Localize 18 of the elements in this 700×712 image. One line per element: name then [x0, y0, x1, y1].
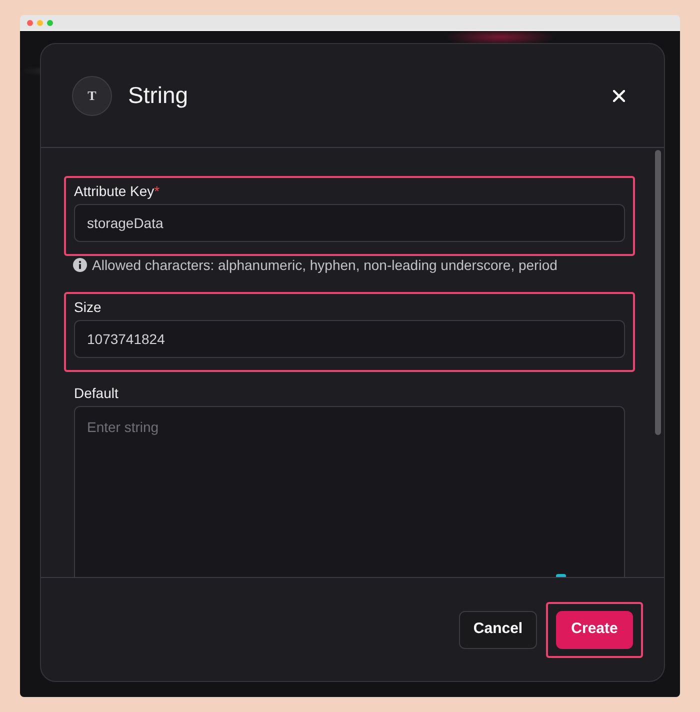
- create-button[interactable]: Create: [556, 610, 633, 648]
- field-label: Attribute Key*: [74, 182, 161, 200]
- input-field[interactable]: storageData: [74, 204, 625, 242]
- input-field[interactable]: 1073741824: [74, 320, 625, 358]
- close-icon: [613, 90, 625, 102]
- dialog-title: String: [128, 82, 188, 110]
- minimize-window-icon[interactable]: [37, 20, 43, 26]
- close-window-icon[interactable]: [27, 20, 33, 26]
- floating-widget-icon: [556, 574, 566, 577]
- field-label: Default: [74, 384, 120, 402]
- cancel-button[interactable]: Cancel: [459, 610, 537, 648]
- text-type-icon: T: [72, 76, 112, 116]
- scrollbar-thumb[interactable]: [655, 150, 661, 435]
- zoom-window-icon[interactable]: [47, 20, 53, 26]
- text-area[interactable]: Enter string: [74, 406, 625, 577]
- field-label: Size: [74, 298, 102, 316]
- hint-text: Allowed characters: alphanumeric, hyphen, non-leading underscore, period: [92, 256, 558, 274]
- info-icon: [73, 258, 87, 272]
